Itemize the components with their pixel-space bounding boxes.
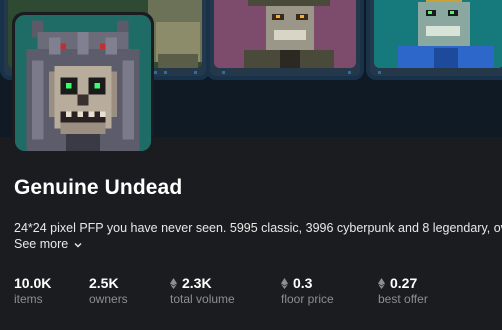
nft-image bbox=[214, 0, 356, 68]
undead-pixel-art bbox=[15, 15, 151, 151]
eth-icon bbox=[281, 278, 288, 289]
stat-value: 0.27 bbox=[390, 275, 418, 291]
stat-label: total volume bbox=[170, 292, 235, 306]
stat-floor-price[interactable]: 0.3 floor price bbox=[281, 275, 334, 306]
stat-label: items bbox=[14, 292, 43, 306]
see-more-label: See more bbox=[14, 237, 69, 251]
stat-items[interactable]: 10.0K items bbox=[14, 275, 51, 306]
stat-total-volume[interactable]: 2.3K total volume bbox=[170, 275, 235, 306]
stat-best-offer[interactable]: 0.27 best offer bbox=[378, 275, 428, 306]
banner-nft-card bbox=[366, 0, 502, 80]
stat-owners[interactable]: 2.5K owners bbox=[89, 275, 128, 306]
stat-label: best offer bbox=[378, 292, 428, 306]
stat-label: owners bbox=[89, 292, 128, 306]
stat-value: 2.3K bbox=[182, 275, 212, 291]
collection-avatar bbox=[12, 12, 154, 154]
nft-image bbox=[374, 0, 502, 68]
chevron-down-icon bbox=[74, 242, 82, 248]
stat-value: 10.0K bbox=[14, 275, 52, 291]
collection-title: Genuine Undead bbox=[14, 176, 183, 199]
see-more-button[interactable]: See more bbox=[14, 237, 82, 251]
eth-icon bbox=[378, 278, 385, 289]
banner-nft-card bbox=[206, 0, 364, 80]
stat-value: 0.3 bbox=[293, 275, 313, 291]
stat-label: floor price bbox=[281, 292, 334, 306]
collection-description: 24*24 pixel PFP you have never seen. 599… bbox=[14, 221, 502, 235]
eth-icon bbox=[170, 278, 177, 289]
stat-value: 2.5K bbox=[89, 275, 119, 291]
